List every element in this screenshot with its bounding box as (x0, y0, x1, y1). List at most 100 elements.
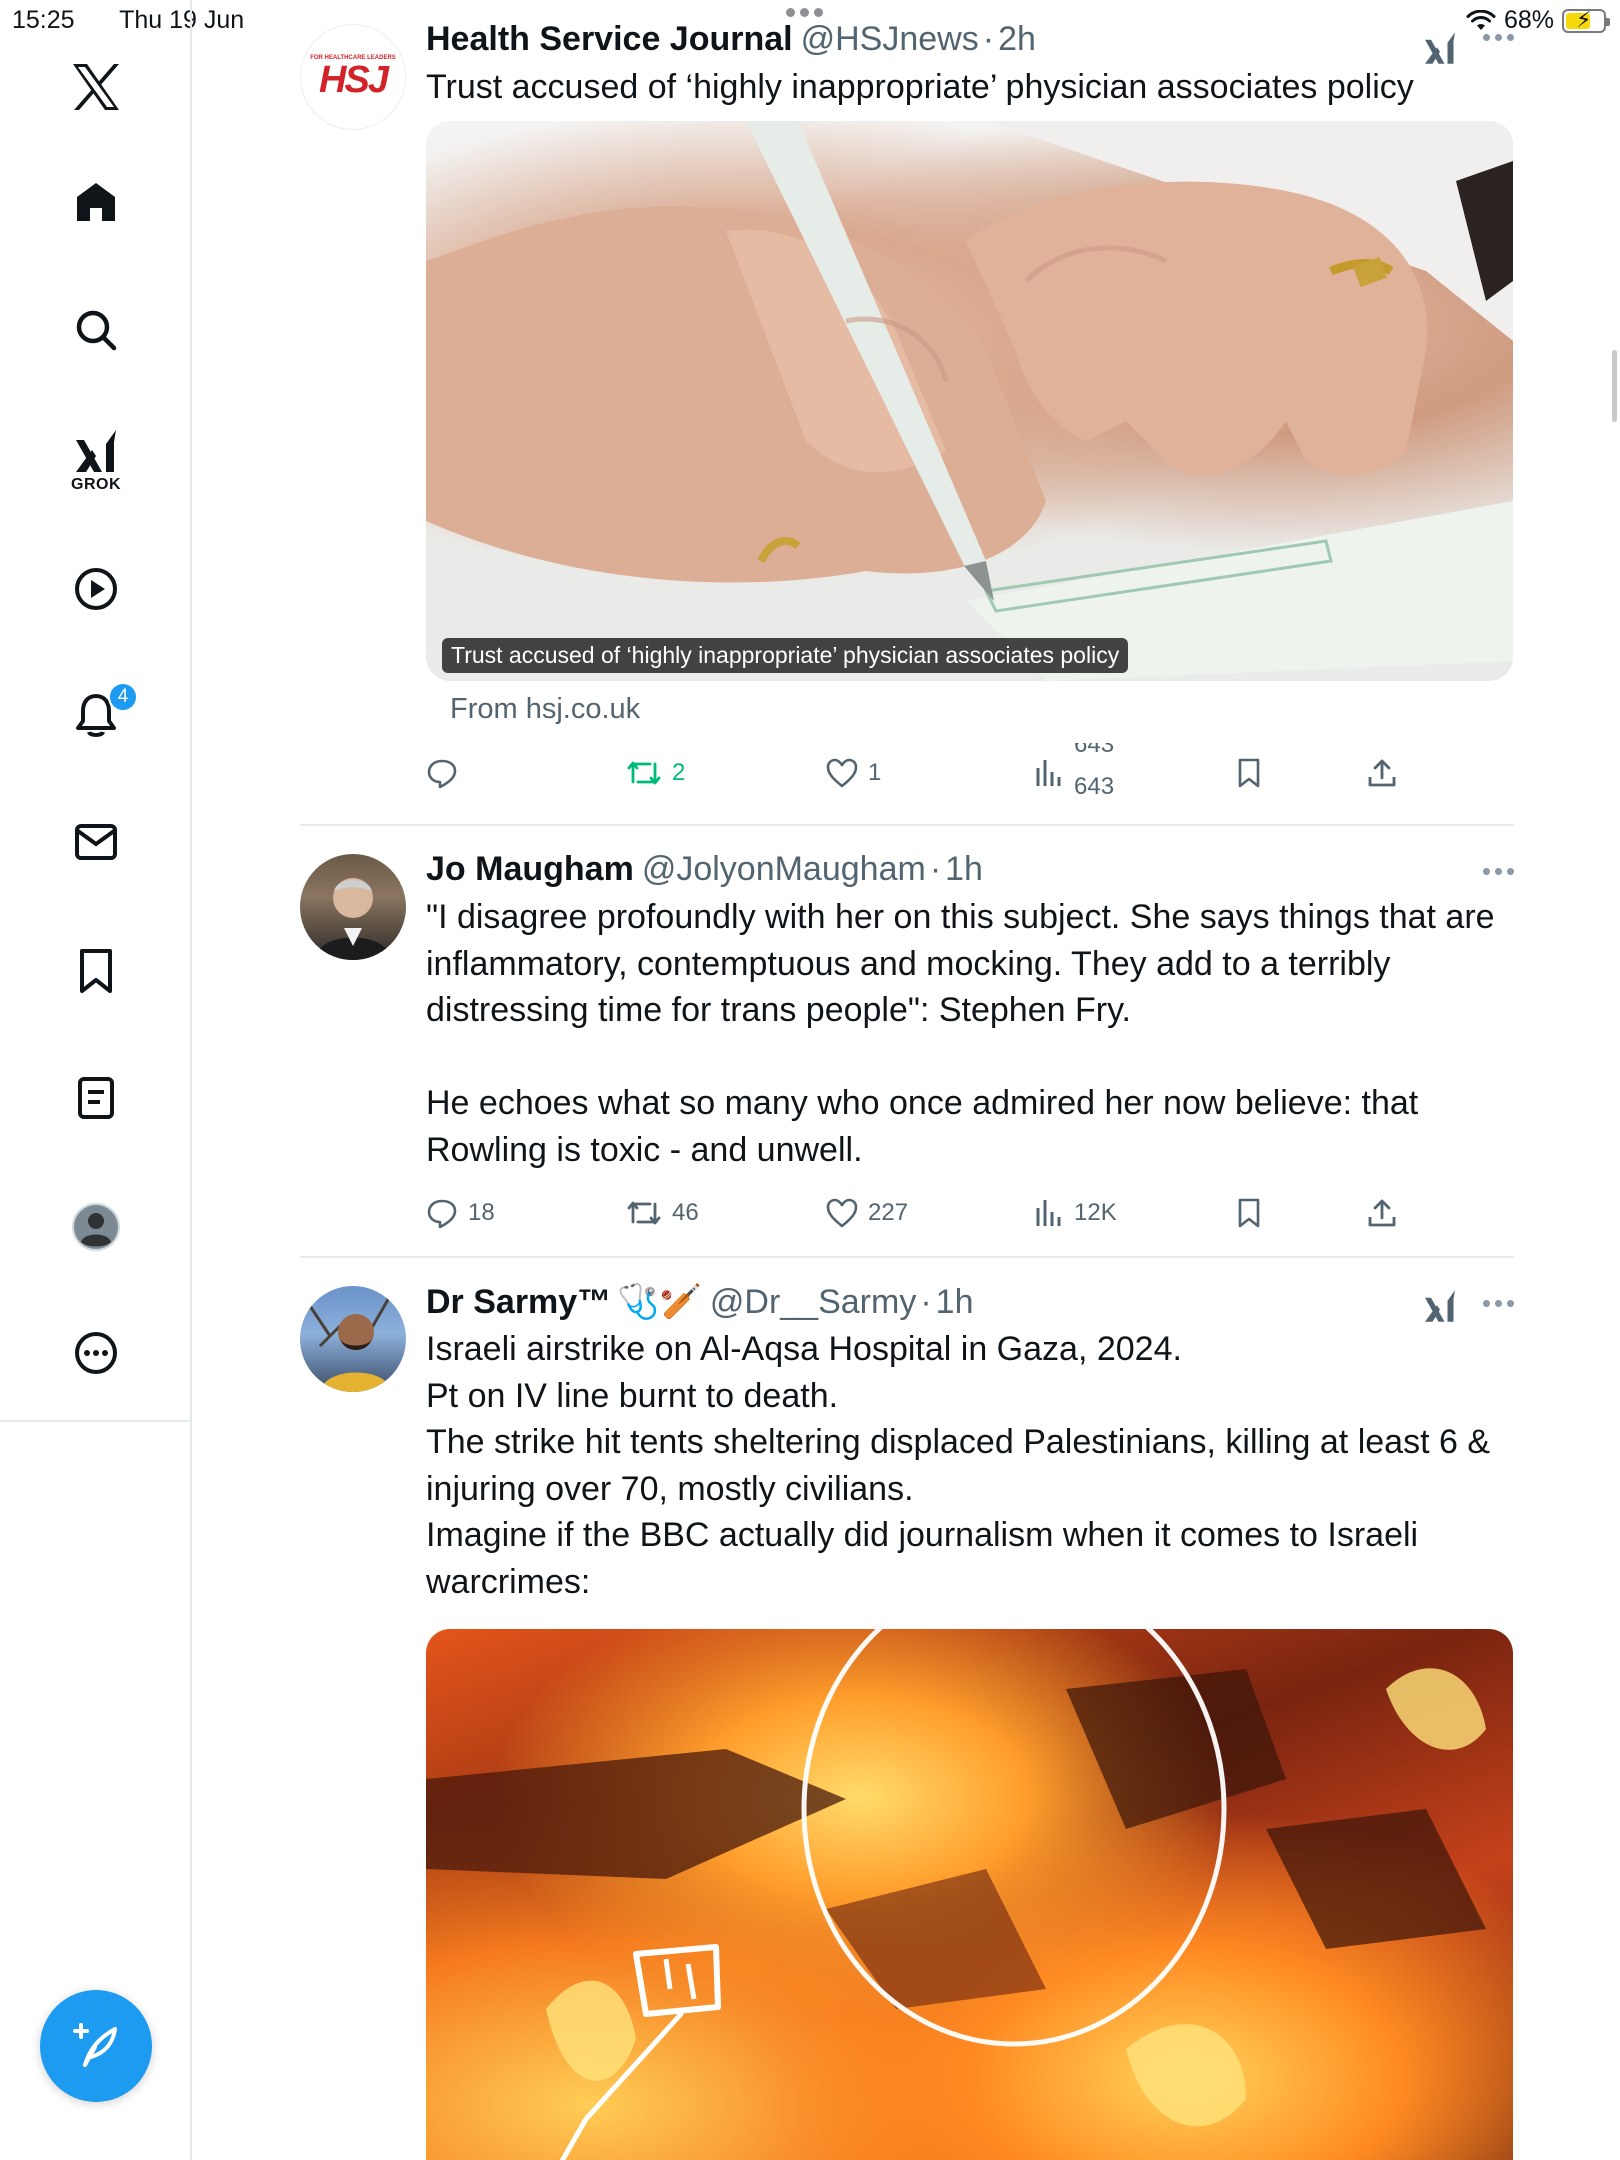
x-logo-icon[interactable] (0, 62, 192, 112)
nav-profile[interactable] (0, 1202, 192, 1252)
like-count: 227 (868, 1199, 909, 1226)
lists-icon (78, 1077, 114, 1119)
bookmarks-icon (80, 949, 112, 993)
writing-hands-image (426, 120, 1513, 681)
tweet[interactable]: Jo Maugham @JolyonMaugham · 1h "I disagr… (300, 850, 1514, 1243)
heart-icon (826, 1198, 858, 1228)
profile-icon (72, 1203, 120, 1251)
heart-icon (826, 758, 858, 787)
tweet-text: Trust accused of ‘highly inappropriate’ … (426, 64, 1514, 111)
tweet-divider (300, 824, 1514, 826)
nav-bookmarks[interactable] (0, 948, 192, 994)
tweet-text-line: The strike hit tents sheltering displace… (426, 1423, 1490, 1461)
bookmark-button[interactable] (1236, 743, 1262, 803)
battery-icon: ⚡ (1562, 7, 1610, 33)
tweet-media-image[interactable] (426, 1629, 1513, 2160)
nav-grok[interactable]: GROK (0, 428, 192, 494)
tweet-text-line: Rowling is toxic - and unwell. (426, 1130, 863, 1169)
view-count: 12K (1074, 1199, 1117, 1226)
tweet-text-line: Israeli airstrike on Al-Aqsa Hospital in… (426, 1330, 1182, 1368)
tweet-text-line: distressing time for trans people": Step… (426, 991, 1131, 1029)
share-button[interactable] (1366, 743, 1398, 803)
more-icon (75, 1332, 117, 1374)
nav-lists[interactable] (0, 1076, 192, 1120)
tweet-text-line: warcrimes: (426, 1562, 591, 1601)
author-handle[interactable]: @JolyonMaugham (642, 850, 926, 889)
retweet-icon (627, 761, 661, 784)
tweet-text: "I disagree profoundly with her on this … (426, 894, 1514, 1173)
avatar-logo: HSJ (319, 59, 389, 101)
like-button[interactable]: 227 (826, 1183, 908, 1243)
link-card-caption: Trust accused of ‘highly inappropriate’ … (442, 637, 1129, 673)
reply-count: 18 (468, 1199, 495, 1226)
tweet-text-line: injuring over 70, mostly civilians. (426, 1469, 914, 1508)
avatar[interactable] (300, 854, 406, 960)
more-options-icon[interactable] (1483, 868, 1514, 875)
bookmark-icon (1238, 758, 1260, 787)
author-name[interactable]: Jo Maugham (426, 850, 634, 889)
home-icon (77, 183, 115, 221)
compose-icon (73, 2023, 117, 2067)
fire-image (426, 1629, 1486, 2160)
tweet-text-line (426, 1034, 1514, 1081)
tweet-text: Israeli airstrike on Al-Aqsa Hospital in… (426, 1326, 1514, 1605)
tweet-text-line: Pt on IV line burnt to death. (426, 1376, 839, 1415)
more-options-icon[interactable] (1483, 1300, 1514, 1307)
scroll-indicator[interactable] (1612, 350, 1617, 422)
messages-icon (75, 824, 117, 860)
tweet-time[interactable]: 1h (936, 1283, 974, 1322)
nav-notifications[interactable]: 4 (0, 682, 192, 738)
author-name[interactable]: Dr Sarmy™ (426, 1283, 611, 1322)
link-card-image[interactable]: Trust accused of ‘highly inappropriate’ … (426, 120, 1513, 681)
like-count: 1 (868, 758, 882, 786)
reply-button[interactable]: 18 (426, 1183, 495, 1243)
tweet-text-line: He echoes what so many who once admired … (426, 1084, 1419, 1122)
tweet-text-line: Imagine if the BBC actually did journali… (426, 1516, 1419, 1554)
grok-explain-icon[interactable] (1422, 30, 1458, 66)
nav-explore[interactable] (0, 308, 192, 352)
video-icon (75, 568, 117, 610)
views-button[interactable]: 12K (1034, 1183, 1117, 1243)
nav-more[interactable] (0, 1330, 192, 1376)
nav-home[interactable] (0, 180, 192, 224)
nav-video[interactable] (0, 566, 192, 612)
search-icon (76, 310, 117, 351)
author-name[interactable]: Health Service Journal (426, 20, 793, 59)
views-icon (1036, 1200, 1061, 1226)
tweet-text-line: inflammatory, contemptuous and mocking. … (426, 944, 1391, 983)
grok-explain-icon[interactable] (1422, 1288, 1458, 1324)
author-handle[interactable]: @HSJnews (801, 20, 979, 59)
reply-button[interactable] (426, 743, 468, 803)
retweet-count: 2 (672, 758, 686, 786)
link-card-source[interactable]: From hsj.co.uk (450, 693, 1514, 743)
reply-icon (427, 759, 457, 788)
notifications-badge: 4 (108, 682, 138, 712)
bookmark-button[interactable] (1236, 1183, 1262, 1243)
like-button[interactable]: 1 (826, 743, 881, 803)
avatar[interactable] (300, 1286, 406, 1392)
sidebar: GROK 4 (0, 0, 192, 1422)
retweet-icon (627, 1201, 661, 1225)
nav-messages[interactable] (0, 822, 192, 862)
more-options-icon[interactable] (1483, 34, 1514, 41)
views-button[interactable]: 643 643 (1034, 743, 1134, 803)
retweet-button[interactable]: 2 (626, 743, 685, 803)
tweet-actions: 2 1 643 643 (426, 743, 1514, 803)
author-emoji: 🩺🏏 (617, 1283, 702, 1321)
bookmark-icon (1238, 1198, 1260, 1228)
tweet-time[interactable]: 1h (945, 850, 983, 889)
avatar[interactable]: FOR HEALTHCARE LEADERS HSJ (300, 24, 406, 130)
retweet-button[interactable]: 46 (626, 1183, 699, 1243)
share-icon (1368, 759, 1396, 786)
compose-button[interactable] (40, 1990, 152, 2102)
share-button[interactable] (1366, 1183, 1398, 1243)
tweet[interactable]: Dr Sarmy™ 🩺🏏 @Dr__Sarmy · 1h Israeli air… (300, 1282, 1514, 2160)
author-handle[interactable]: @Dr__Sarmy (710, 1283, 916, 1322)
grok-icon (76, 430, 116, 472)
multitasking-dots[interactable] (786, 8, 823, 17)
tweet-divider (300, 1256, 1514, 1258)
tweet-time[interactable]: 2h (998, 20, 1036, 59)
tweet[interactable]: FOR HEALTHCARE LEADERS HSJ Health Servic… (300, 20, 1514, 803)
retweet-count: 46 (672, 1199, 699, 1226)
tweet-actions: 18 46 227 12K (426, 1183, 1514, 1243)
